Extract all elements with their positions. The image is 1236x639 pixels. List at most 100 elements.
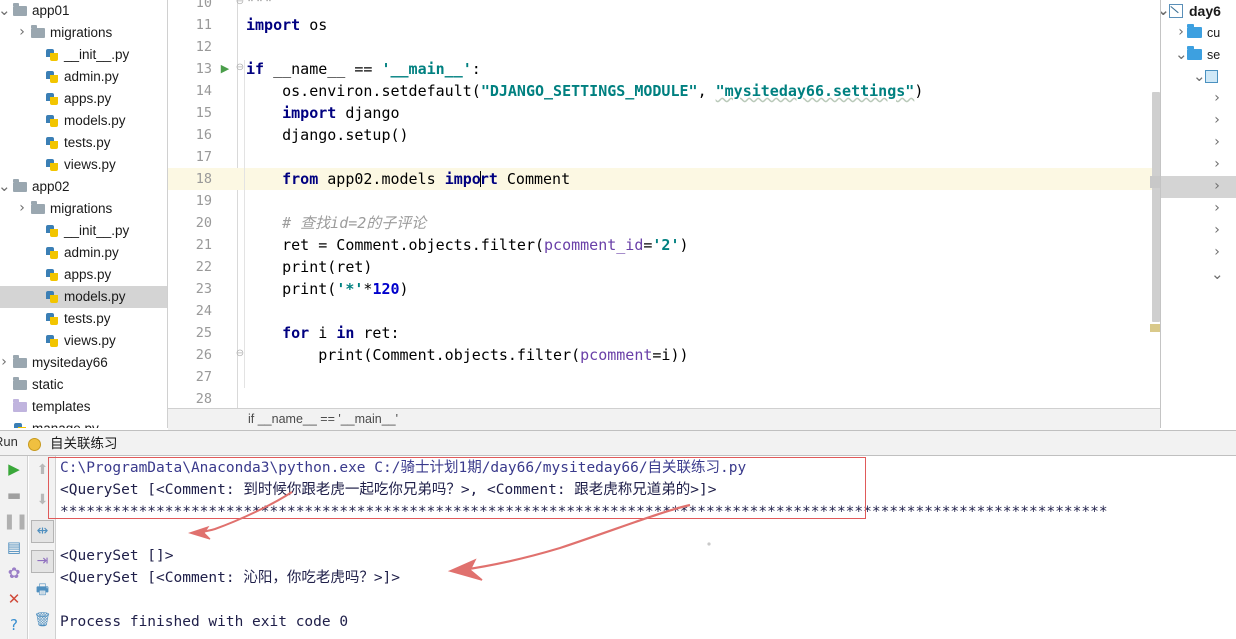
- code-line-12[interactable]: [238, 36, 1160, 58]
- db-tree-item-row-8[interactable]: ›: [1161, 176, 1236, 198]
- tree-item-apps-py[interactable]: apps.py: [0, 88, 168, 110]
- tree-item-templates[interactable]: templates: [0, 396, 168, 418]
- tree-item-app02[interactable]: ⌄ app02: [0, 176, 168, 198]
- db-tree-item-day6[interactable]: ⌄day6: [1161, 0, 1236, 22]
- tree-item-migrations[interactable]: › migrations: [0, 22, 168, 44]
- tree-item-manage-py[interactable]: manage.py: [0, 418, 168, 428]
- db-tree-item-row-10[interactable]: ›: [1161, 220, 1236, 242]
- run-console-output[interactable]: C:\ProgramData\Anaconda3\python.exe C:/骑…: [57, 456, 1236, 639]
- db-tree-item-row-12[interactable]: ⌄: [1161, 264, 1236, 286]
- tree-item-tests-py[interactable]: tests.py: [0, 132, 168, 154]
- db-tree-item-row-3[interactable]: ⌄: [1161, 66, 1236, 88]
- pause-icon[interactable]: ❚❚: [3, 510, 28, 532]
- chevron-right-icon[interactable]: ›: [1175, 22, 1187, 44]
- chevron-down-icon[interactable]: ⌄: [1193, 66, 1206, 88]
- scroll-to-end-icon[interactable]: ⇥: [31, 550, 54, 573]
- tree-item-app01[interactable]: ⌄ app01: [0, 0, 168, 22]
- scroll-down-icon[interactable]: ⬇: [31, 490, 54, 513]
- tree-item-apps-py[interactable]: apps.py: [0, 264, 168, 286]
- code-line-24[interactable]: [238, 300, 1160, 322]
- tree-item-admin-py[interactable]: admin.py: [0, 66, 168, 88]
- run-tab-自关联练习[interactable]: 自关联练习: [28, 433, 118, 455]
- chevron-right-icon[interactable]: ›: [1211, 176, 1223, 198]
- tree-item---init---py[interactable]: __init__.py: [0, 44, 168, 66]
- code-line-13[interactable]: if __name__ == '__main__':: [238, 58, 1160, 80]
- code-line-14[interactable]: os.environ.setdefault("DJANGO_SETTINGS_M…: [238, 80, 1160, 102]
- chevron-right-icon[interactable]: ›: [1211, 198, 1223, 220]
- tree-item-views-py[interactable]: views.py: [0, 330, 168, 352]
- chevron-right-icon[interactable]: ›: [1211, 110, 1223, 132]
- help-icon[interactable]: ?: [3, 614, 25, 636]
- code-line-22[interactable]: print(ret): [238, 256, 1160, 278]
- db-tree-item-se[interactable]: ⌄ se: [1161, 44, 1236, 66]
- editor-gutter[interactable]: 10 ⊖ 11 12 13 ▶ ⊖ 14 15 16 17 18 19 20 21 22 23 24 25 26 ⊖ 27…: [168, 0, 244, 428]
- breadcrumb[interactable]: if __name__ == '__main__': [168, 408, 1160, 430]
- tree-item-mysiteday66[interactable]: › mysiteday66: [0, 352, 168, 374]
- stop-icon[interactable]: ▬: [3, 484, 25, 506]
- tree-item-migrations[interactable]: › migrations: [0, 198, 168, 220]
- run-tab-bar[interactable]: Run 自关联练习: [0, 430, 1236, 456]
- code-line-18[interactable]: from app02.models import Comment: [238, 168, 1160, 190]
- tree-item-tests-py[interactable]: tests.py: [0, 308, 168, 330]
- fold-toggle-icon[interactable]: ⊖: [234, 344, 246, 366]
- db-tree-item-row-6[interactable]: ›: [1161, 132, 1236, 154]
- db-tree-item-row-9[interactable]: ›: [1161, 198, 1236, 220]
- tree-item-views-py[interactable]: views.py: [0, 154, 168, 176]
- clear-all-icon[interactable]: 🗑: [31, 610, 54, 633]
- code-line-23[interactable]: print('*'*120): [238, 278, 1160, 300]
- code-line-26[interactable]: print(Comment.objects.filter(pcomment=i)…: [238, 344, 1160, 366]
- chevron-right-icon[interactable]: ›: [1211, 88, 1223, 110]
- scroll-up-icon[interactable]: ⬆: [31, 460, 54, 483]
- chevron-right-icon[interactable]: ›: [1211, 154, 1223, 176]
- code-line-27[interactable]: [238, 366, 1160, 388]
- tree-item-static[interactable]: static: [0, 374, 168, 396]
- code-line-25[interactable]: for i in ret:: [238, 322, 1160, 344]
- line-number: 11: [195, 17, 212, 33]
- tree-item-models-py[interactable]: models.py: [0, 286, 168, 308]
- run-gutter-icon[interactable]: ▶: [218, 58, 232, 80]
- resume-icon[interactable]: ▤: [3, 536, 25, 558]
- db-tree-item-cu[interactable]: › cu: [1161, 22, 1236, 44]
- db-tree-item-row-11[interactable]: ›: [1161, 242, 1236, 264]
- console-command-line[interactable]: C:\ProgramData\Anaconda3\python.exe C:/骑…: [60, 457, 746, 479]
- code-line-28[interactable]: [238, 388, 1160, 410]
- run-toolbar-secondary[interactable]: ⬆ ⬇ ⇹ ⇥ 🖶 🗑: [29, 456, 56, 639]
- soft-wrap-icon[interactable]: ⇹: [31, 520, 54, 543]
- code-line-19[interactable]: [238, 190, 1160, 212]
- fold-toggle-icon[interactable]: ⊖: [234, 58, 246, 80]
- chevron-down-icon[interactable]: ⌄: [0, 0, 11, 22]
- code-line-15[interactable]: import django: [238, 102, 1160, 124]
- chevron-right-icon[interactable]: ›: [1211, 242, 1223, 264]
- db-tree-item-row-4[interactable]: ›: [1161, 88, 1236, 110]
- code-line-11[interactable]: import os: [238, 14, 1160, 36]
- chevron-right-icon[interactable]: ›: [16, 198, 28, 220]
- chevron-down-icon[interactable]: ⌄: [1211, 264, 1224, 286]
- db-tree-item-row-7[interactable]: ›: [1161, 154, 1236, 176]
- tree-item-admin-py[interactable]: admin.py: [0, 242, 168, 264]
- settings-icon[interactable]: ✿: [3, 562, 25, 584]
- database-panel[interactable]: ⌄day6›cu⌄se⌄››››››››⌄: [1160, 0, 1236, 428]
- close-icon[interactable]: ✕: [3, 588, 25, 610]
- run-toolbar-primary[interactable]: ▶ ▬ ❚❚ ▤ ✿ ✕?: [0, 456, 28, 639]
- chevron-right-icon[interactable]: ›: [1211, 132, 1223, 154]
- print-icon[interactable]: 🖶: [31, 580, 54, 603]
- code-line-21[interactable]: ret = Comment.objects.filter(pcomment_id…: [238, 234, 1160, 256]
- chevron-down-icon[interactable]: ⌄: [1175, 44, 1188, 66]
- project-file-tree[interactable]: ⌄ app01 › migrations __init__.py admin.py apps…: [0, 0, 168, 428]
- code-line-17[interactable]: [238, 146, 1160, 168]
- fold-toggle-icon[interactable]: ⊖: [234, 0, 246, 14]
- code-line-16[interactable]: django.setup(): [238, 124, 1160, 146]
- chevron-down-icon[interactable]: ⌄: [0, 176, 11, 198]
- code-line-10[interactable]: """: [238, 0, 1160, 14]
- tree-item-models-py[interactable]: models.py: [0, 110, 168, 132]
- chevron-right-icon[interactable]: ›: [16, 22, 28, 44]
- code-line-20[interactable]: # 查找id=2的子评论: [238, 212, 1160, 234]
- editor-vertical-scrollbar[interactable]: [1152, 92, 1160, 322]
- tree-item---init---py[interactable]: __init__.py: [0, 220, 168, 242]
- db-tree-item-row-5[interactable]: ›: [1161, 110, 1236, 132]
- editor-code-area[interactable]: """ import os if __name__ == '__main__': o…: [238, 0, 1160, 428]
- code-editor[interactable]: 10 ⊖ 11 12 13 ▶ ⊖ 14 15 16 17 18 19 20 21 22 23 24 25 26 ⊖ 27…: [168, 0, 1162, 428]
- rerun-icon[interactable]: ▶: [3, 458, 25, 480]
- chevron-right-icon[interactable]: ›: [1211, 220, 1223, 242]
- chevron-right-icon[interactable]: ›: [0, 352, 10, 374]
